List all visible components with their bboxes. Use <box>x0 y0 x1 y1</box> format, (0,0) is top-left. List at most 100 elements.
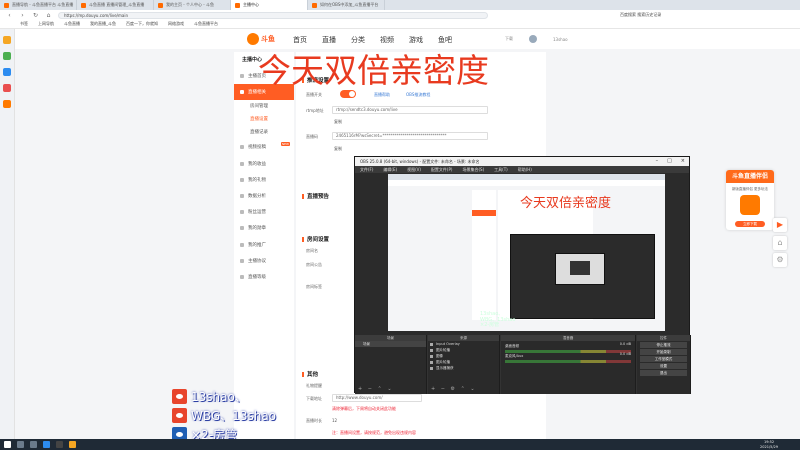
preview-weibo-overlay: 13shao、 WBG、13shao ×2-房管 <box>480 311 516 328</box>
bookmarks-bar: 书签 上网导航 斗鱼直播 我的直播_斗鱼 百度一下，你就知 网络游戏 斗鱼直播平… <box>0 20 800 29</box>
sidebar-item-income[interactable]: 我的收益 <box>234 156 294 172</box>
sidebar-item-promo[interactable]: 我的推广 <box>234 237 294 253</box>
other-note: 清除弹幕后，下周将自动关闭此功能 <box>332 406 396 411</box>
sidebar-item-data[interactable]: 数据分析 <box>234 188 294 204</box>
level-icon <box>240 274 244 279</box>
weibo-icon[interactable] <box>3 84 11 92</box>
maximize-icon[interactable]: □ <box>667 157 672 166</box>
live-duration-value: 12 <box>332 418 338 423</box>
sidebar-item-video[interactable]: 视频投稿 NEW <box>234 139 294 155</box>
menu-profile[interactable]: 配置文件(P) <box>431 166 453 173</box>
back-arrow-icon[interactable]: ‹ <box>6 12 13 19</box>
sidebar-item-agreement[interactable]: 主播协议 <box>234 253 294 269</box>
close-icon[interactable]: × <box>681 157 685 166</box>
source-icon <box>430 342 433 346</box>
menu-edit[interactable]: 编辑(E) <box>383 166 397 173</box>
sources-dock: 来源 Input Overlay 图片轮播 图像 图片轮播 显示器捕获 + − … <box>428 335 500 394</box>
bookmark-item[interactable]: 书签 <box>20 21 28 27</box>
menu-tools[interactable]: 工具(T) <box>494 166 508 173</box>
help-link[interactable]: 直播帮助 <box>374 92 390 98</box>
folder-app-icon[interactable] <box>69 441 76 448</box>
bookmark-item[interactable]: 斗鱼直播平台 <box>194 21 218 27</box>
mixer-channel: 桌面音频 0.0 dB <box>501 341 635 353</box>
bookmark-item[interactable]: 百度一下，你就知 <box>126 21 158 27</box>
income-icon <box>240 161 244 166</box>
favorites-icon[interactable] <box>3 36 11 44</box>
room-name-label: 房间名 <box>306 248 318 253</box>
avatar[interactable] <box>529 35 537 43</box>
bookmark-item[interactable]: 网络游戏 <box>168 21 184 27</box>
download-link[interactable]: 下载 <box>505 36 513 42</box>
obs-tutorial-link[interactable]: OBS推流教程 <box>406 92 430 98</box>
weibo-icon <box>172 408 187 423</box>
copy-key-button[interactable]: 复制 <box>334 146 342 152</box>
browser-tab-active[interactable]: 主播中心 <box>231 0 308 10</box>
forward-arrow-icon[interactable]: › <box>19 12 26 19</box>
menu-view[interactable]: 视图(V) <box>407 166 421 173</box>
bookmark-item[interactable]: 上网导航 <box>38 21 54 27</box>
mail-icon[interactable] <box>3 68 11 76</box>
browser-search-box[interactable]: 百度搜索 搜索历史记录 <box>620 11 700 18</box>
gift-icon <box>240 177 244 182</box>
scene-item[interactable]: 场景 <box>355 341 426 347</box>
obs-window: OBS 25.0.8 (64-bit, windows) - 配置文件: 未命名… <box>354 156 691 394</box>
system-clock[interactable]: 19:52 2021/5/29 <box>760 440 778 449</box>
bookmark-item[interactable]: 斗鱼直播 <box>64 21 80 27</box>
start-icon[interactable] <box>4 441 11 448</box>
play-icon[interactable]: ▶ <box>773 218 787 232</box>
browser-tab-bar: 直播导航 - 斗鱼直播平台 斗鱼直播 斗鱼直播 直播间管理_斗鱼直播 我的主页 … <box>0 0 800 10</box>
sidebar-item-medals[interactable]: 我的勋章 <box>234 220 294 236</box>
sidebar-sub-room-manage[interactable]: 房间管理 <box>234 100 294 113</box>
live-companion-promo[interactable]: 斗鱼直播伴侣 新版直播伴侣 更多玩法 立即下载 <box>726 170 774 230</box>
source-dock-buttons[interactable]: + − ⚙ ⌃ ⌄ <box>431 386 477 392</box>
obs-preview-canvas[interactable]: 今天双倍亲密度 13shao、 WBG、13shao ×2-房管 <box>388 174 665 331</box>
browser-tab[interactable]: 如何在OBS中添加_斗鱼直播平台 <box>308 0 385 10</box>
home-icon <box>240 74 244 79</box>
sidebar-item-fans[interactable]: 粉丝运营 <box>234 204 294 220</box>
sidebar-item-gifts[interactable]: 我的礼物 <box>234 172 294 188</box>
menu-file[interactable]: 文件(F) <box>360 166 373 173</box>
menu-scene-collection[interactable]: 场景集合(S) <box>462 166 484 173</box>
source-item[interactable]: 显示器捕获 <box>428 365 499 371</box>
obs-app-icon[interactable] <box>56 441 63 448</box>
game-icon[interactable] <box>3 100 11 108</box>
red-note: 注：直播间设置，请按规范，避免出现违规内容 <box>332 430 416 435</box>
stream-key-field[interactable]: 2465116rM?wsSecret=*********************… <box>332 132 488 140</box>
address-bar[interactable]: https://mp.douyu.com/live/main <box>58 11 488 19</box>
sidebar-sub-live-records[interactable]: 直播记录 <box>234 126 294 139</box>
home-float-icon[interactable]: ⌂ <box>773 236 787 250</box>
section-live-preview: 直播预告 <box>302 192 329 200</box>
volume-meter[interactable] <box>505 360 631 363</box>
bookmark-item[interactable]: 我的直播_斗鱼 <box>90 21 116 27</box>
download-url-field[interactable]: http://www.douyu.com/ <box>332 394 422 402</box>
settings-button[interactable]: 设置 <box>640 363 687 369</box>
browser-tab[interactable]: 斗鱼直播 直播间管理_斗鱼直播 <box>77 0 154 10</box>
reload-icon[interactable]: ↻ <box>32 12 39 19</box>
settings-float-icon[interactable]: ⚙ <box>773 253 787 267</box>
home-icon[interactable]: ⌂ <box>45 12 52 19</box>
rtmp-address-field[interactable]: rtmp://sendtc3.douyu.com/live <box>332 106 488 114</box>
start-recording-button[interactable]: 开始录制 <box>640 349 687 355</box>
copy-rtmp-button[interactable]: 复制 <box>334 119 342 125</box>
room-notice-label: 房间公告 <box>306 262 322 267</box>
tab-favicon-icon <box>81 2 86 8</box>
wechat-icon[interactable] <box>3 52 11 60</box>
browser-app-icon[interactable] <box>43 441 50 448</box>
browser-tab[interactable]: 直播导航 - 斗鱼直播平台 斗鱼直播 <box>0 0 77 10</box>
anchor-center-sidebar: 主播中心 主播首页 直播相关 房间管理 直播设置 直播记录 视频投稿 NEW 我的… <box>234 52 294 439</box>
sidebar-item-level[interactable]: 直播等级 <box>234 269 294 285</box>
minimize-icon[interactable]: – <box>656 157 659 166</box>
browser-side-rail <box>0 29 15 439</box>
username[interactable]: 13shao <box>553 37 568 42</box>
browser-tab[interactable]: 我的主页 - 个人中心 - 斗鱼 <box>154 0 231 10</box>
scene-dock-buttons[interactable]: + − ⌃ ⌄ <box>358 386 394 392</box>
preview-captured-desktop: 今天双倍亲密度 13shao、 WBG、13shao ×2-房管 <box>388 174 665 331</box>
stop-streaming-button[interactable]: 停止推流 <box>640 342 687 348</box>
menu-help[interactable]: 帮助(H) <box>518 166 532 173</box>
download-companion-button[interactable]: 立即下载 <box>735 221 765 227</box>
search-icon[interactable] <box>17 441 24 448</box>
taskview-icon[interactable] <box>30 441 37 448</box>
exit-button[interactable]: 退出 <box>640 370 687 376</box>
sidebar-sub-live-settings[interactable]: 直播设置 <box>234 113 294 126</box>
studio-mode-button[interactable]: 工作室模式 <box>640 356 687 362</box>
